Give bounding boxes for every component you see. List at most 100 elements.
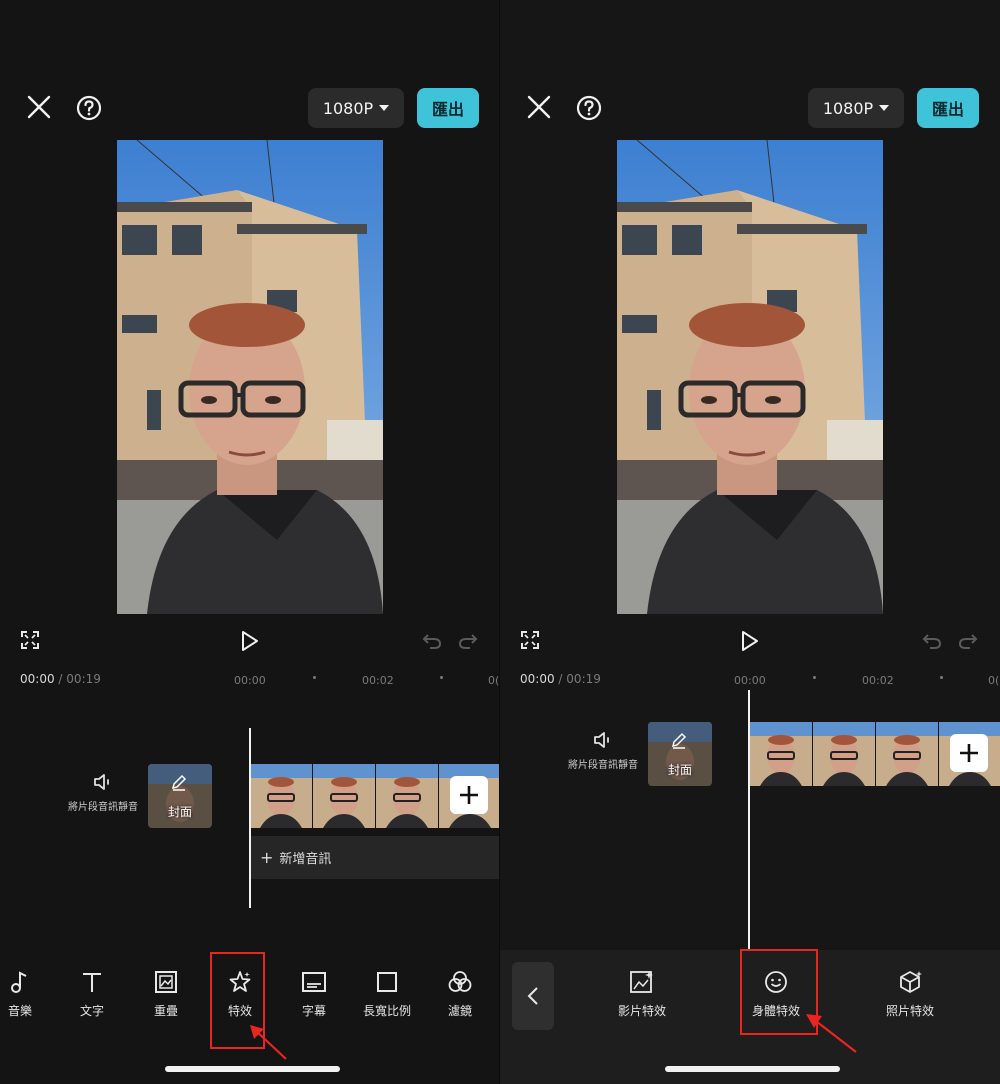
- aspect-ratio-icon: [377, 972, 397, 992]
- home-indicator: [665, 1066, 840, 1072]
- back-button[interactable]: [512, 962, 554, 1030]
- caret-down-icon: [879, 105, 890, 111]
- plus-icon: [460, 786, 478, 804]
- close-icon[interactable]: [526, 94, 552, 120]
- help-icon[interactable]: [76, 95, 102, 121]
- video-frame-image: [117, 140, 383, 614]
- mute-label: 將片段音訊靜音: [68, 802, 138, 813]
- timecode: 00:00 / 00:19: [520, 672, 601, 686]
- time-separator: /: [558, 672, 563, 686]
- resolution-dropdown[interactable]: 1080P: [308, 88, 404, 128]
- plus-icon: [960, 744, 978, 762]
- add-clip-button[interactable]: [450, 776, 488, 814]
- resolution-dropdown[interactable]: 1080P: [808, 88, 904, 128]
- resolution-label: 1080P: [322, 98, 374, 118]
- current-time: 00:00: [520, 672, 555, 686]
- edit-pencil-icon: [671, 732, 687, 749]
- export-button[interactable]: 匯出: [417, 88, 479, 128]
- tick-label: 0(: [988, 674, 1000, 687]
- clip-frame: [813, 722, 875, 786]
- caret-down-icon: [379, 105, 390, 111]
- video-frame-image: [617, 140, 883, 614]
- video-preview[interactable]: [117, 140, 383, 614]
- fullscreen-icon[interactable]: [20, 630, 40, 650]
- tick-label: 00:02: [362, 674, 394, 687]
- tick-dot: [940, 676, 943, 679]
- add-audio-button[interactable]: + 新增音訊: [250, 836, 500, 879]
- tool-text[interactable]: 文字: [60, 970, 124, 1019]
- clip-frame: [250, 764, 312, 828]
- total-time: 00:19: [66, 672, 101, 686]
- tick-dot: [440, 676, 443, 679]
- tool-overlay[interactable]: 重疊: [134, 970, 198, 1019]
- tick-label: 00:00: [234, 674, 266, 687]
- clip-frame: [876, 722, 938, 786]
- cover-label: 封面: [167, 805, 192, 819]
- photo-effects-button[interactable]: 照片特效: [850, 970, 970, 1019]
- play-icon[interactable]: [240, 630, 260, 652]
- overlay-icon: [155, 971, 177, 993]
- fx-label: 照片特效: [885, 1004, 934, 1018]
- tool-aspect-ratio[interactable]: 長寬比例: [355, 970, 419, 1019]
- video-preview[interactable]: [617, 140, 883, 614]
- screen-left: 1080P 匯出 00:00 / 00:19 00:00 00:02 0(將片…: [0, 0, 500, 1084]
- resolution-label: 1080P: [822, 98, 874, 118]
- video-effects-button[interactable]: 影片特效: [582, 970, 702, 1019]
- timecode: 00:00 / 00:19: [20, 672, 101, 686]
- total-time: 00:19: [566, 672, 601, 686]
- tool-label: 文字: [79, 1004, 104, 1018]
- tick-label: 0(: [488, 674, 500, 687]
- annotation-arrow-icon: [806, 1014, 857, 1053]
- music-note-icon: [11, 971, 27, 993]
- mute-clip-audio-button[interactable]: 將片段音訊靜音: [548, 730, 658, 771]
- redo-icon[interactable]: [958, 630, 978, 650]
- redo-icon[interactable]: [458, 630, 478, 650]
- export-button[interactable]: 匯出: [917, 88, 979, 128]
- screen-right: 1080P 匯出 00:00 / 00:19 00:00 00:02 0(將片…: [500, 0, 1000, 1084]
- tool-label: 濾鏡: [447, 1004, 472, 1018]
- plus-icon: +: [260, 848, 274, 867]
- mute-clip-audio-button[interactable]: 將片段音訊靜音: [48, 772, 158, 813]
- photo-effects-cube-icon: [900, 971, 922, 993]
- fullscreen-icon[interactable]: [520, 630, 540, 650]
- tool-filters[interactable]: 濾鏡: [428, 970, 492, 1019]
- tick-label: 00:00: [734, 674, 766, 687]
- tick-label: 00:02: [862, 674, 894, 687]
- cover-button[interactable]: 封面: [648, 722, 712, 786]
- add-clip-button[interactable]: [950, 734, 988, 772]
- close-icon[interactable]: [26, 94, 52, 120]
- tool-captions[interactable]: 字幕: [282, 970, 346, 1019]
- video-effects-icon: [630, 971, 653, 993]
- tool-label: 音樂: [7, 1004, 32, 1018]
- add-audio-label: 新增音訊: [279, 852, 332, 867]
- chevron-left-icon: [527, 987, 538, 1005]
- clip-frame: [376, 764, 438, 828]
- speaker-icon: [594, 732, 609, 748]
- current-time: 00:00: [20, 672, 55, 686]
- edit-pencil-icon: [171, 774, 187, 791]
- play-icon[interactable]: [740, 630, 760, 652]
- playhead[interactable]: [249, 728, 251, 908]
- cover-label: 封面: [667, 763, 692, 777]
- time-separator: /: [58, 672, 63, 686]
- cover-button[interactable]: 封面: [148, 764, 212, 828]
- playhead[interactable]: [748, 690, 750, 952]
- undo-icon[interactable]: [422, 630, 442, 650]
- fx-label: 影片特效: [617, 1004, 666, 1018]
- filters-icon: [448, 971, 472, 992]
- mute-label: 將片段音訊靜音: [568, 760, 638, 771]
- captions-icon: [302, 972, 326, 992]
- text-icon: [83, 973, 101, 992]
- tick-dot: [813, 676, 816, 679]
- home-indicator: [165, 1066, 340, 1072]
- tool-label: 字幕: [301, 1004, 326, 1018]
- tool-label: 長寬比例: [362, 1004, 411, 1018]
- tool-label: 重疊: [153, 1004, 178, 1018]
- undo-icon[interactable]: [922, 630, 942, 650]
- annotation-arrow-icon: [250, 1025, 287, 1060]
- tool-music[interactable]: 音樂: [0, 970, 52, 1019]
- tick-dot: [313, 676, 316, 679]
- clip-frame: [313, 764, 375, 828]
- speaker-icon: [94, 774, 109, 790]
- help-icon[interactable]: [576, 95, 602, 121]
